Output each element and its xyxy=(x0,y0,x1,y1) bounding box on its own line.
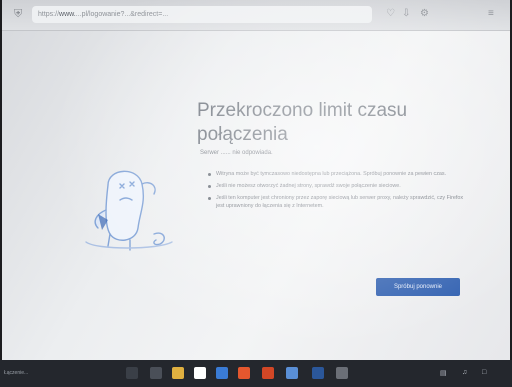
file-explorer-icon[interactable] xyxy=(172,367,184,379)
mail-icon[interactable] xyxy=(216,367,228,379)
downloads-icon[interactable]: ⇩ xyxy=(402,8,410,20)
office-icon[interactable] xyxy=(262,367,274,379)
url-prefix: https:// xyxy=(38,11,60,18)
url-host: www. xyxy=(59,11,76,18)
menu-icon[interactable]: ≡ xyxy=(488,8,494,20)
dinosaur-illustration-icon xyxy=(85,170,173,251)
volume-icon[interactable]: ♫ xyxy=(462,369,467,376)
status-text: Łączenie... xyxy=(4,370,29,376)
calculator-icon[interactable] xyxy=(336,367,348,379)
pocket-icon[interactable]: ♡ xyxy=(386,8,395,20)
taskbar: Łączenie... ▤ ♫ □ xyxy=(0,360,512,387)
network-icon[interactable]: ▤ xyxy=(440,369,447,377)
page-title: Przekroczono limit czasu połączenia xyxy=(197,99,408,145)
list-item: Jeśli ten komputer jest chroniony przez … xyxy=(208,194,466,210)
extensions-icon[interactable]: ⚙ xyxy=(420,8,429,20)
retry-button[interactable]: Spróbuj ponownie xyxy=(376,278,460,296)
address-bar[interactable]: https://www....pl/logowanie?...&redirect… xyxy=(32,6,372,23)
shield-icon[interactable]: ⛨ xyxy=(14,9,24,20)
word-icon[interactable] xyxy=(312,367,324,379)
url-path: ...pl/logowanie?...&redirect=... xyxy=(75,11,169,18)
error-description: Serwer ...... nie odpowiada. xyxy=(200,150,273,156)
notifications-icon[interactable]: □ xyxy=(482,369,486,376)
firefox-icon[interactable] xyxy=(238,367,250,379)
task-view-icon[interactable] xyxy=(150,367,162,379)
browser-toolbar: ⛨ https://www....pl/logowanie?...&redire… xyxy=(2,0,510,31)
error-suggestions-list: Witryna może być tymczasowo niedostępna … xyxy=(208,170,466,214)
browser-window: ⛨ https://www....pl/logowanie?...&redire… xyxy=(2,0,510,387)
photos-icon[interactable] xyxy=(286,367,298,379)
list-item: Witryna może być tymczasowo niedostępna … xyxy=(208,170,466,178)
store-icon[interactable] xyxy=(194,367,206,379)
search-icon[interactable] xyxy=(126,367,138,379)
list-item: Jeśli nie możesz otworzyć żadnej strony,… xyxy=(208,182,466,190)
